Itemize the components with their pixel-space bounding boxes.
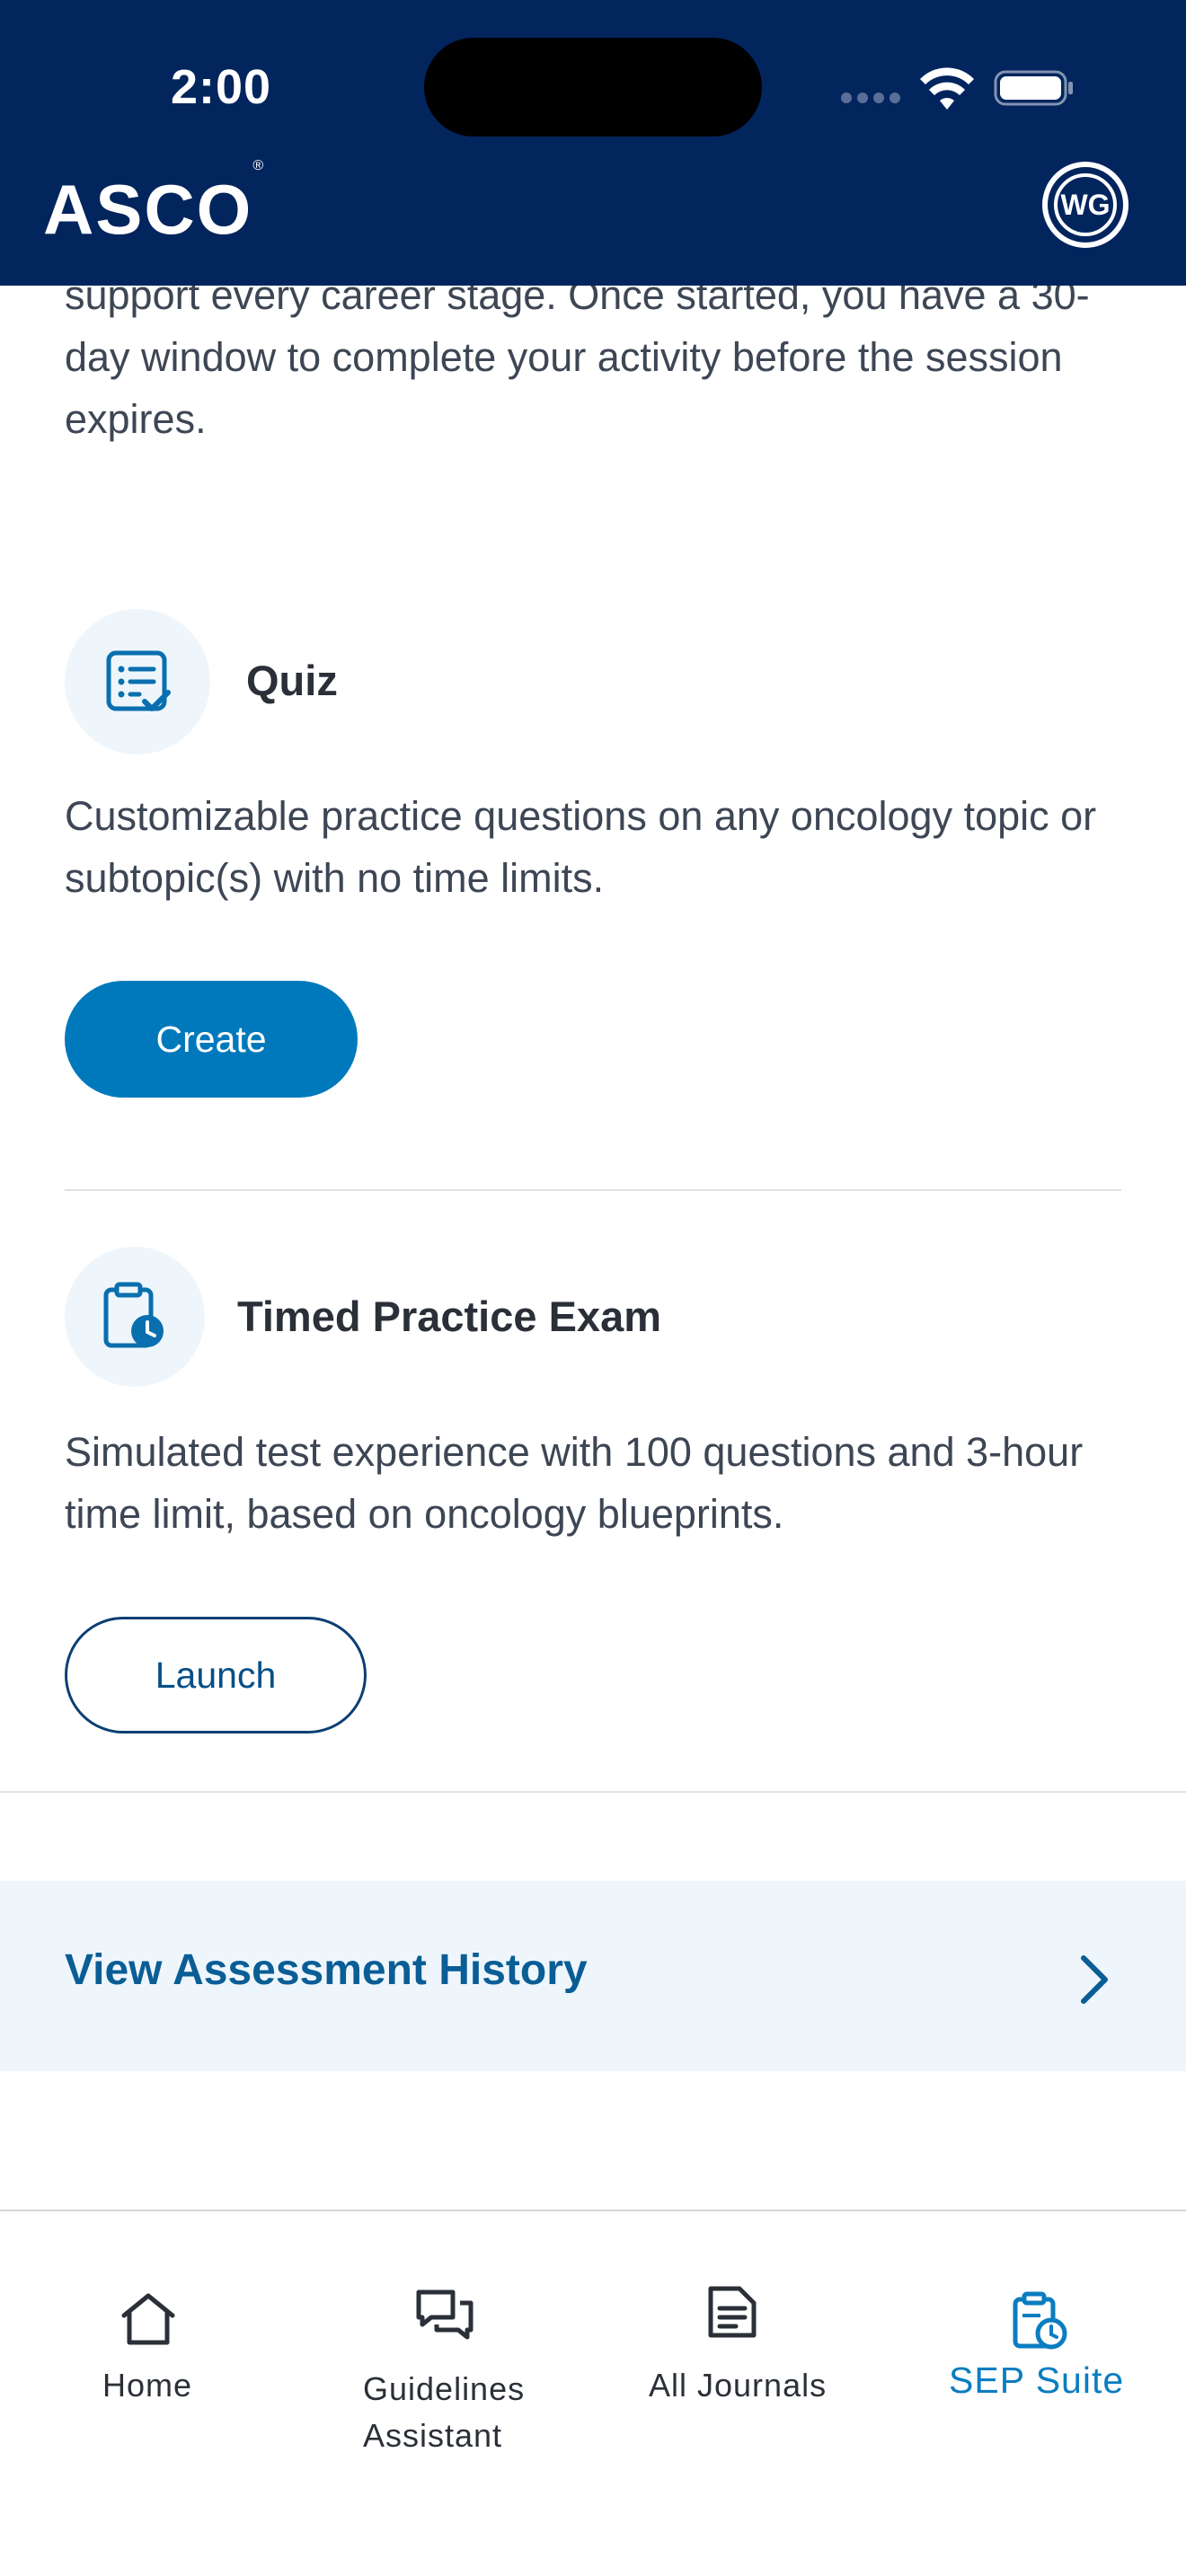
tab-all-journals[interactable]: All Journals [640,2211,855,2481]
status-time: 2:00 [171,60,272,114]
timed-exam-description: Simulated test experience with 100 quest… [65,1429,1084,1537]
tab-home[interactable]: Home [54,2211,243,2481]
user-avatar[interactable]: WG [1042,162,1128,248]
intro-text: support every career stage. Once started… [65,272,1090,442]
section-divider [65,1189,1121,1191]
create-quiz-button[interactable]: Create [65,981,358,1098]
clipboard-clock-icon [1013,2291,1067,2350]
timed-exam-icon-badge [65,1247,205,1387]
view-assessment-history-label: View Assessment History [65,1946,588,1994]
tab-sep-suite[interactable]: SEP Suite [934,2211,1150,2481]
chevron-right-icon [1081,1955,1108,2004]
app-header: 2:00 ASCO® WG [0,0,1186,286]
app-screen: 2:00 ASCO® WG support every career stage… [0,0,1186,2576]
quiz-description: Customizable practice questions on any o… [65,793,1097,901]
avatar-initials: WG [1054,173,1117,236]
section-divider [0,1791,1186,1793]
tab-all-journals-label: All Journals [649,2367,828,2404]
clipboard-clock-icon [103,1282,164,1348]
timed-exam-title: Timed Practice Exam [237,1292,661,1340]
view-assessment-history-row[interactable]: View Assessment History [0,1881,1186,2071]
tab-guidelines-assistant[interactable]: Guidelines Assistant [341,2211,548,2517]
quiz-list-check-icon [106,650,171,711]
quiz-icon-badge [65,609,210,754]
home-icon [121,2293,175,2345]
chat-bubbles-icon [416,2289,474,2340]
quiz-title: Quiz [246,657,338,704]
launch-exam-button[interactable]: Launch [65,1617,367,1734]
document-icon [708,2286,757,2338]
asco-logo[interactable]: ASCO® [43,158,265,251]
tab-home-label: Home [102,2367,193,2404]
dynamic-island [424,38,762,137]
tab-guidelines-label-line2: Assistant [363,2417,503,2454]
battery-icon [994,70,1073,106]
tab-guidelines-label-line1: Guidelines [363,2370,526,2407]
tab-sep-suite-label: SEP Suite [949,2360,1125,2401]
cellular-signal-icon [841,92,906,108]
wifi-icon [920,67,974,110]
bottom-tab-bar: Home Guidelines Assistant All Journals S… [0,2210,1186,2576]
